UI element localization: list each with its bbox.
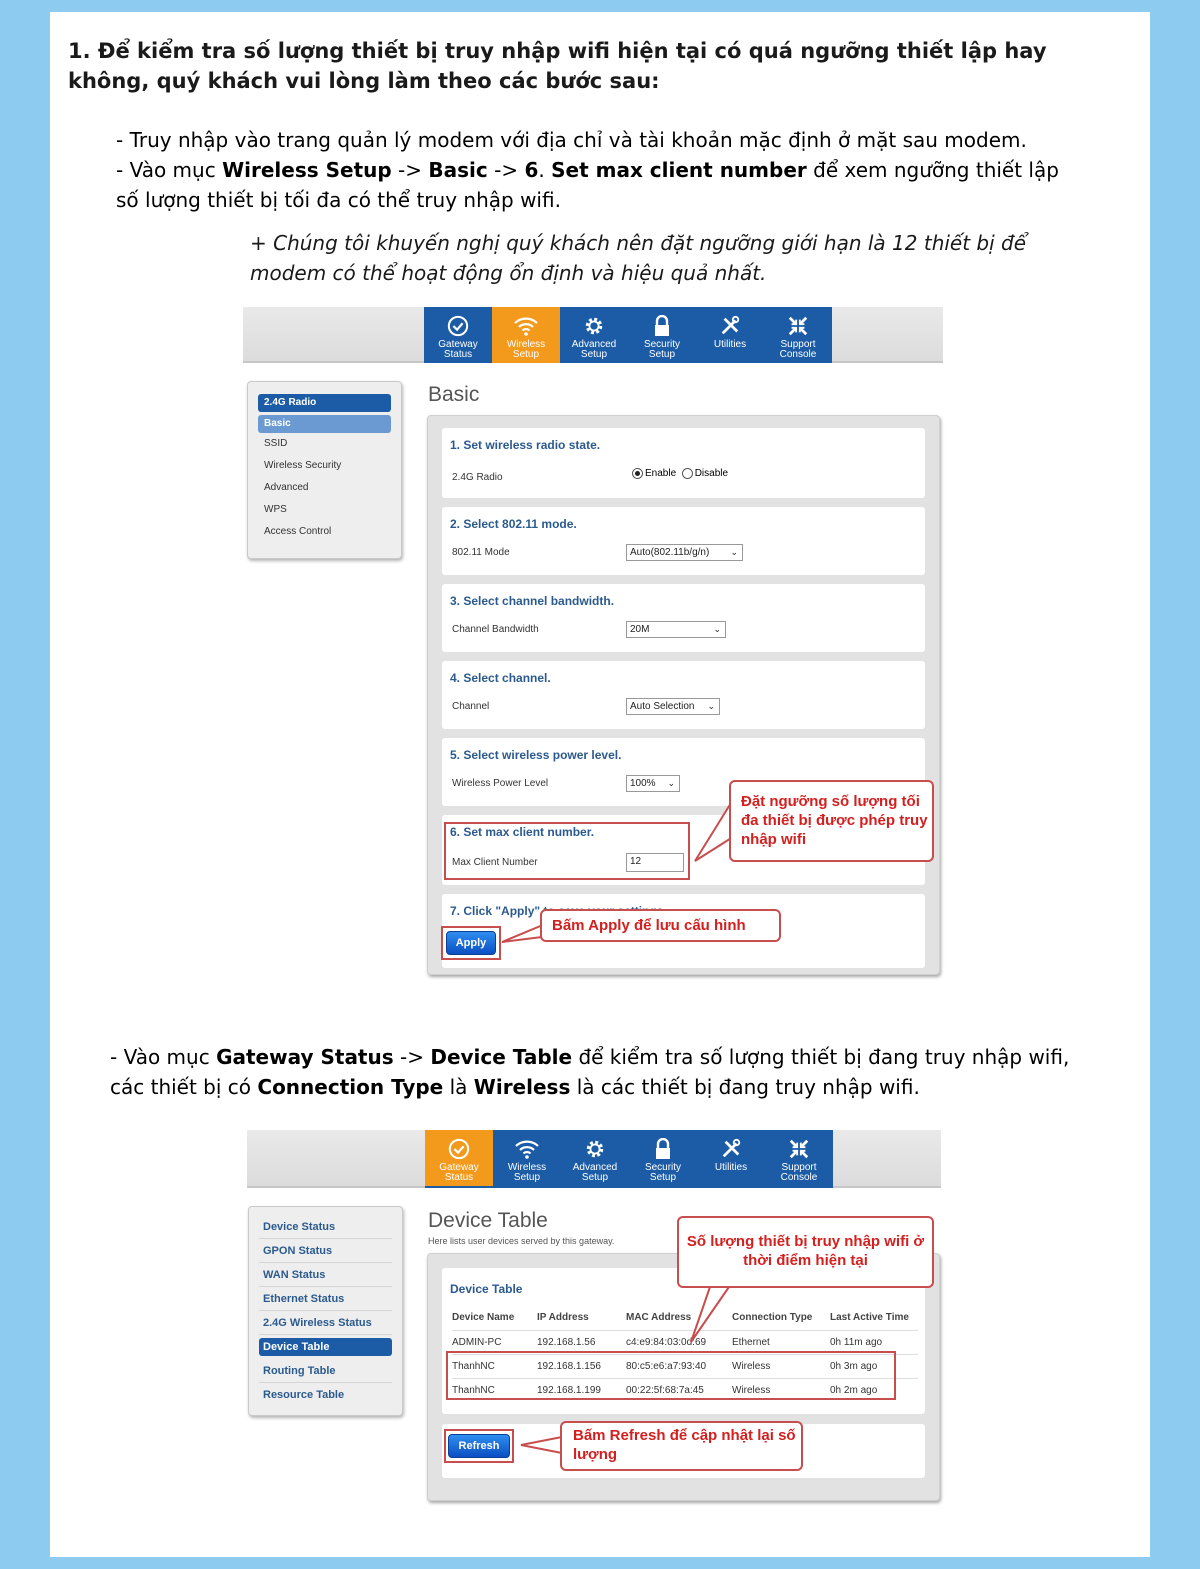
chevron-down-icon: ⌄	[713, 624, 721, 634]
chevron-down-icon: ⌄	[707, 701, 715, 711]
sidebar-device-status[interactable]: Device Status	[259, 1215, 392, 1239]
status-sidebar: Device Status GPON Status WAN Status Eth…	[248, 1206, 403, 1416]
main-nav: Gateway Status Wireless Setup Advanced Setu…	[425, 1130, 833, 1188]
tools-icon	[722, 1138, 741, 1158]
check-circle-icon	[448, 1138, 470, 1160]
callout-refresh: Bấm Refresh để cập nhật lại số lượng	[560, 1421, 803, 1471]
nav-gateway-status[interactable]: Gateway Status	[425, 1130, 493, 1186]
nav-gateway-status[interactable]: Gateway Status	[424, 307, 492, 363]
nav-wireless-setup[interactable]: Wireless Setup	[492, 307, 560, 363]
highlight-refresh	[444, 1429, 514, 1463]
disable-radio[interactable]	[681, 468, 693, 479]
device-table-screenshot: Gateway Status Wireless Setup Advanced Setu…	[247, 1130, 941, 1505]
channel-select[interactable]: Auto Selection ⌄	[626, 698, 720, 715]
page-title: Basic	[428, 383, 480, 406]
power-select[interactable]: 100% ⌄	[626, 775, 680, 792]
field-label: 802.11 Mode	[452, 547, 510, 558]
wireless-basic-screenshot: Gateway Status Wireless Setup Advanced Setu…	[243, 307, 943, 982]
chevron-down-icon: ⌄	[730, 547, 738, 557]
sidebar-access-control[interactable]: Access Control	[258, 521, 391, 543]
nav-support-console[interactable]: Support Console	[765, 1130, 833, 1186]
radio-group: Enable Disable	[632, 468, 728, 479]
lock-icon	[656, 1138, 670, 1159]
field-label: Wireless Power Level	[452, 778, 549, 789]
enable-radio[interactable]	[632, 468, 643, 479]
callout-pointer-3	[690, 1283, 732, 1343]
field-label: 2.4G Radio	[452, 472, 503, 483]
sidebar-gpon-status[interactable]: GPON Status	[259, 1239, 392, 1263]
table-header-row: Device Name IP Address MAC Address Conne…	[452, 1306, 918, 1330]
card-title: Device Table	[450, 1282, 523, 1296]
wireless-sidebar: 2.4G Radio Basic SSID Wireless Security …	[247, 381, 402, 559]
page-title: Device Table	[428, 1209, 548, 1232]
sidebar-basic[interactable]: Basic	[258, 415, 391, 433]
channel-card: 4. Select channel. Channel Auto Selectio…	[442, 661, 925, 729]
nav-advanced-setup[interactable]: Advanced Setup	[560, 307, 628, 363]
section-title: 5. Select wireless power level.	[450, 748, 622, 762]
nav-security-setup[interactable]: Security Setup	[629, 1130, 697, 1186]
recommendation-note: + Chúng tôi khuyến nghị quý khách nên đặ…	[250, 231, 1027, 285]
field-label: Channel	[452, 701, 490, 712]
gear-icon	[586, 1140, 604, 1158]
settings-panel: 1. Set wireless radio state. 2.4G Radio …	[427, 415, 940, 975]
mode-card: 2. Select 802.11 mode. 802.11 Mode Auto(…	[442, 507, 925, 575]
check-circle-icon	[447, 315, 469, 337]
column-header: Last Active Time	[830, 1312, 909, 1324]
tools-icon	[721, 315, 740, 335]
bandwidth-select[interactable]: 20M ⌄	[626, 621, 726, 638]
section-heading: 1. Để kiểm tra số lượng thiết bị truy nh…	[68, 39, 1047, 93]
sidebar-24g-wireless-status[interactable]: 2.4G Wireless Status	[259, 1311, 392, 1335]
callout-current-count: Số lượng thiết bị truy nhập wifi ở thời …	[677, 1216, 934, 1288]
highlight-apply	[441, 926, 501, 960]
sidebar-ethernet-status[interactable]: Ethernet Status	[259, 1287, 392, 1311]
lock-icon	[655, 315, 669, 336]
sidebar-wan-status[interactable]: WAN Status	[259, 1263, 392, 1287]
enable-label: Enable	[645, 468, 677, 480]
wifi-icon	[515, 1140, 539, 1159]
wifi-icon	[514, 317, 538, 336]
callout-max-client: Đặt ngưỡng số lượng tối đa thiết bị được…	[729, 780, 934, 862]
mode-select[interactable]: Auto(802.11b/g/n) ⌄	[626, 544, 743, 561]
nav-utilities[interactable]: Utilities	[697, 1130, 765, 1186]
chevron-down-icon: ⌄	[667, 778, 675, 788]
step-2-text: - Vào mục Wireless Setup -> Basic -> 6. …	[116, 158, 1059, 212]
sidebar-ssid[interactable]: SSID	[258, 433, 391, 455]
sidebar-device-table[interactable]: Device Table	[259, 1338, 392, 1356]
nav-utilities[interactable]: Utilities	[696, 307, 764, 363]
disable-label: Disable	[694, 468, 729, 480]
arrows-icon	[788, 316, 808, 336]
sidebar-wps[interactable]: WPS	[258, 499, 391, 521]
step-3-text: - Vào mục Gateway Status -> Device Table…	[110, 1045, 1070, 1099]
column-header: Device Name	[452, 1312, 515, 1324]
gear-icon	[585, 317, 603, 335]
section-title: 3. Select channel bandwidth.	[450, 594, 615, 608]
bandwidth-card: 3. Select channel bandwidth. Channel Ban…	[442, 584, 925, 652]
sidebar-routing-table[interactable]: Routing Table	[259, 1359, 392, 1383]
section-title: 4. Select channel.	[450, 671, 551, 685]
field-label: Channel Bandwidth	[452, 624, 539, 635]
highlight-max-client	[444, 822, 690, 880]
section-title: 2. Select 802.11 mode.	[450, 517, 577, 531]
main-nav: Gateway Status Wireless Setup Advanced Setu…	[424, 307, 832, 363]
sidebar-24g-radio[interactable]: 2.4G Radio	[258, 394, 391, 412]
highlight-wireless-rows	[446, 1351, 896, 1400]
column-header: IP Address	[537, 1312, 589, 1324]
sidebar-wireless-security[interactable]: Wireless Security	[258, 455, 391, 477]
sidebar-advanced[interactable]: Advanced	[258, 477, 391, 499]
radio-state-card: 1. Set wireless radio state. 2.4G Radio …	[442, 428, 925, 498]
nav-wireless-setup[interactable]: Wireless Setup	[493, 1130, 561, 1186]
page-subtitle: Here lists user devices served by this g…	[428, 1236, 615, 1246]
nav-support-console[interactable]: Support Console	[764, 307, 832, 363]
nav-security-setup[interactable]: Security Setup	[628, 307, 696, 363]
callout-apply: Bấm Apply để lưu cấu hình	[540, 909, 781, 942]
section-title: 1. Set wireless radio state.	[450, 438, 601, 452]
sidebar-resource-table[interactable]: Resource Table	[259, 1383, 392, 1407]
arrows-icon	[789, 1139, 809, 1159]
step-1-text: - Truy nhập vào trang quản lý modem với …	[116, 128, 1027, 152]
nav-advanced-setup[interactable]: Advanced Setup	[561, 1130, 629, 1186]
